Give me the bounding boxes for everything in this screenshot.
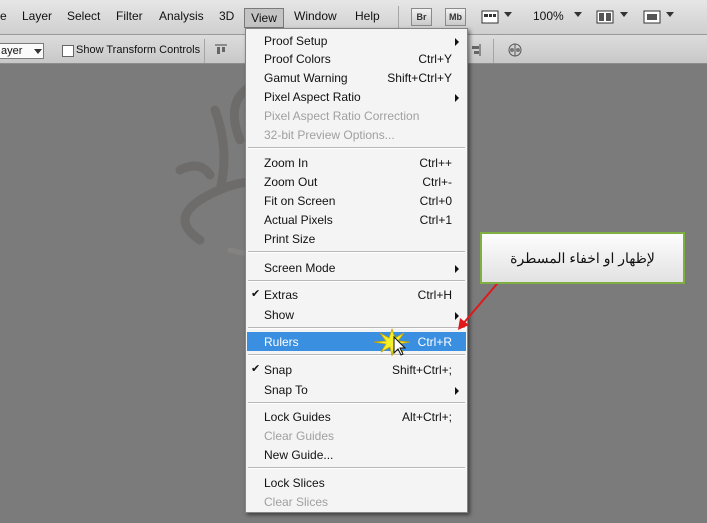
menu-item-snap[interactable]: ✔ Snap Shift+Ctrl+; (246, 360, 467, 379)
check-icon: ✔ (251, 363, 261, 375)
align-icon[interactable] (470, 44, 482, 56)
menu-item-label: Lock Slices (264, 476, 325, 490)
chevron-down-icon[interactable] (504, 12, 512, 17)
menu-item-shortcut: Shift+Ctrl+Y (387, 71, 452, 85)
menu-item-fit-on-screen[interactable]: Fit on Screen Ctrl+0 (246, 191, 467, 210)
menu-item-label: Print Size (264, 232, 316, 246)
menu-analysis[interactable]: Analysis (159, 9, 204, 23)
chevron-down-icon (34, 49, 42, 54)
menu-item-label: Pixel Aspect Ratio (264, 90, 361, 104)
menu-item-label: Zoom In (264, 156, 309, 170)
menu-item-gamut-warning[interactable]: Gamut Warning Shift+Ctrl+Y (246, 68, 467, 87)
arrange-documents-icon[interactable] (596, 9, 614, 25)
menu-item-label: New Guide... (264, 448, 334, 462)
zoom-level[interactable]: 100% (533, 9, 564, 23)
menu-window[interactable]: Window (294, 9, 337, 23)
menu-item-pixel-aspect-ratio[interactable]: Pixel Aspect Ratio (246, 87, 467, 106)
menu-separator (248, 251, 465, 253)
menu-separator (248, 467, 465, 469)
auto-select-dropdown[interactable]: ayer (0, 43, 44, 59)
menu-item-print-size[interactable]: Print Size (246, 229, 467, 248)
menu-item-label: Pixel Aspect Ratio Correction (264, 109, 420, 123)
menu-item-lock-guides[interactable]: Lock Guides Alt+Ctrl+; (246, 407, 467, 426)
check-icon: ✔ (251, 288, 261, 300)
menu-separator (248, 327, 465, 329)
menu-separator (248, 280, 465, 282)
menu-item-shortcut: Ctrl+1 (419, 213, 452, 227)
menu-item-shortcut: Ctrl+- (422, 175, 452, 189)
auto-align-icon[interactable] (507, 42, 523, 58)
menu-item-screen-mode[interactable]: Screen Mode (246, 258, 467, 277)
menu-item-label: Fit on Screen (264, 194, 336, 208)
menu-item-32bit-preview: 32-bit Preview Options... (246, 125, 467, 144)
menu-item-new-guide[interactable]: New Guide... (246, 445, 467, 464)
menu-layer[interactable]: Layer (22, 9, 52, 23)
menu-item-label: Extras (264, 288, 299, 302)
menu-item-label: Snap To (264, 383, 308, 397)
callout-text: لإظهار او اخفاء المسطرة (510, 250, 655, 266)
menu-item-shortcut: Ctrl+0 (419, 194, 452, 208)
callout-box: لإظهار او اخفاء المسطرة (480, 232, 685, 284)
menu-edit-partial[interactable]: e (0, 9, 7, 23)
menu-item-lock-slices[interactable]: Lock Slices (246, 473, 467, 492)
menu-item-proof-setup[interactable]: Proof Setup (246, 31, 467, 50)
show-transform-checkbox[interactable] (62, 45, 74, 57)
chevron-down-icon[interactable] (666, 12, 674, 17)
menu-separator (248, 147, 465, 149)
menu-item-label: Clear Slices (264, 495, 329, 509)
menu-item-label: Proof Colors (264, 52, 331, 66)
menu-select[interactable]: Select (67, 9, 100, 23)
menu-separator (248, 402, 465, 404)
menu-item-extras[interactable]: ✔ Extras Ctrl+H (246, 285, 467, 304)
menu-item-label: Screen Mode (264, 261, 336, 275)
menu-filter[interactable]: Filter (116, 9, 143, 23)
menu-item-label: Show (264, 308, 295, 322)
menu-item-label: Rulers (264, 335, 299, 349)
menu-item-pixel-aspect-correction: Pixel Aspect Ratio Correction (246, 106, 467, 125)
film-icon[interactable] (481, 9, 499, 25)
menu-item-shortcut: Ctrl+Y (418, 52, 452, 66)
menu-item-label: Snap (264, 363, 293, 377)
chevron-down-icon[interactable] (620, 12, 628, 17)
submenu-arrow-icon (455, 94, 459, 102)
menu-item-zoom-out[interactable]: Zoom Out Ctrl+- (246, 172, 467, 191)
menu-item-label: Lock Guides (264, 410, 331, 424)
mini-bridge-button[interactable]: Mb (445, 8, 466, 26)
menu-item-actual-pixels[interactable]: Actual Pixels Ctrl+1 (246, 210, 467, 229)
toolbar-divider (398, 6, 399, 30)
click-burst-icon (373, 327, 411, 357)
submenu-arrow-icon (455, 38, 459, 46)
menu-3d[interactable]: 3D (219, 9, 234, 23)
menu-item-show[interactable]: Show (246, 305, 467, 324)
screen-mode-icon[interactable] (643, 9, 661, 25)
menu-item-label: Gamut Warning (264, 71, 348, 85)
menu-item-label: 32-bit Preview Options... (264, 128, 395, 142)
menu-view[interactable]: View (244, 8, 284, 28)
options-divider (493, 39, 494, 63)
menu-item-snap-to[interactable]: Snap To (246, 380, 467, 399)
submenu-arrow-icon (455, 387, 459, 395)
menu-item-label: Clear Guides (264, 429, 335, 443)
menu-item-proof-colors[interactable]: Proof Colors Ctrl+Y (246, 49, 467, 68)
auto-select-value: ayer (1, 45, 23, 57)
bridge-button[interactable]: Br (411, 8, 432, 26)
menu-item-label: Actual Pixels (264, 213, 333, 227)
menu-help[interactable]: Help (355, 9, 380, 23)
menu-item-clear-slices: Clear Slices (246, 492, 467, 511)
menu-item-rulers[interactable]: Rulers Ctrl+R (247, 332, 466, 351)
menu-item-clear-guides: Clear Guides (246, 426, 467, 445)
menu-item-zoom-in[interactable]: Zoom In Ctrl++ (246, 153, 467, 172)
menu-item-shortcut: Alt+Ctrl+; (401, 410, 452, 424)
view-menu-dropdown: Proof Setup Proof Colors Ctrl+Y Gamut Wa… (245, 28, 468, 513)
menu-item-label: Proof Setup (264, 34, 328, 48)
menu-item-shortcut: Ctrl++ (419, 156, 452, 170)
menu-item-shortcut: Shift+Ctrl+; (391, 363, 452, 377)
menu-item-label: Zoom Out (264, 175, 318, 189)
chevron-down-icon[interactable] (574, 12, 582, 17)
menu-separator (248, 354, 465, 356)
